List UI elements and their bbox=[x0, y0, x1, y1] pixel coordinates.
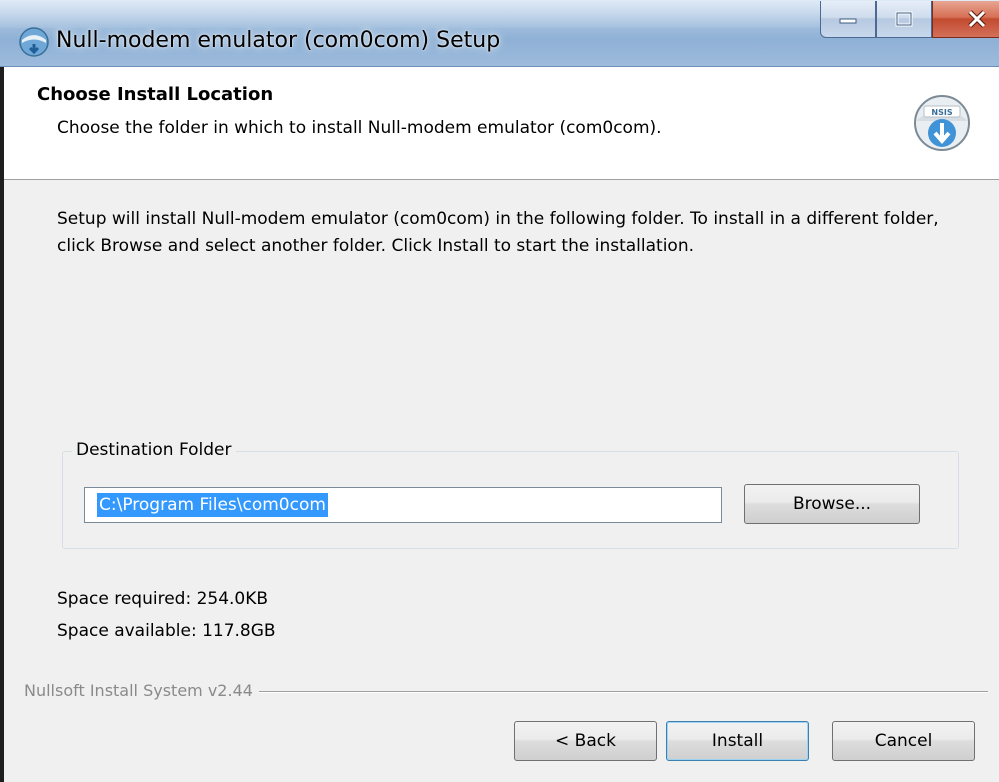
destination-path-input[interactable]: C:\Program Files\com0com bbox=[84, 487, 722, 523]
destination-folder-label: Destination Folder bbox=[72, 440, 236, 460]
maximize-icon bbox=[895, 11, 913, 27]
nsis-installer-icon: NSIS bbox=[914, 95, 970, 151]
install-button[interactable]: Install bbox=[666, 721, 809, 761]
window-left-edge bbox=[0, 67, 4, 782]
window-title: Null-modem emulator (com0com) Setup bbox=[56, 28, 501, 53]
page-subtitle: Choose the folder in which to install Nu… bbox=[57, 118, 662, 138]
branding-text: Nullsoft Install System v2.44 bbox=[24, 681, 259, 700]
cancel-button[interactable]: Cancel bbox=[832, 721, 975, 761]
minimize-icon bbox=[839, 18, 857, 24]
nsis-badge-text: NSIS bbox=[931, 108, 952, 117]
space-required: Space required: 254.0KB bbox=[57, 589, 269, 609]
browse-button[interactable]: Browse... bbox=[744, 484, 920, 524]
installer-app-icon bbox=[19, 27, 49, 57]
maximize-button[interactable] bbox=[876, 1, 932, 38]
back-button[interactable]: < Back bbox=[514, 721, 657, 761]
setup-window: Null-modem emulator (com0com) Setup Choo… bbox=[0, 0, 999, 782]
instructions-text: Setup will install Null-modem emulator (… bbox=[57, 209, 939, 256]
page-title: Choose Install Location bbox=[37, 84, 274, 105]
close-button[interactable] bbox=[932, 1, 999, 38]
destination-path-text: C:\Program Files\com0com bbox=[97, 493, 328, 517]
close-icon bbox=[968, 10, 986, 28]
caption-buttons bbox=[820, 1, 999, 40]
space-available: Space available: 117.8GB bbox=[57, 621, 276, 641]
minimize-button[interactable] bbox=[820, 1, 876, 38]
